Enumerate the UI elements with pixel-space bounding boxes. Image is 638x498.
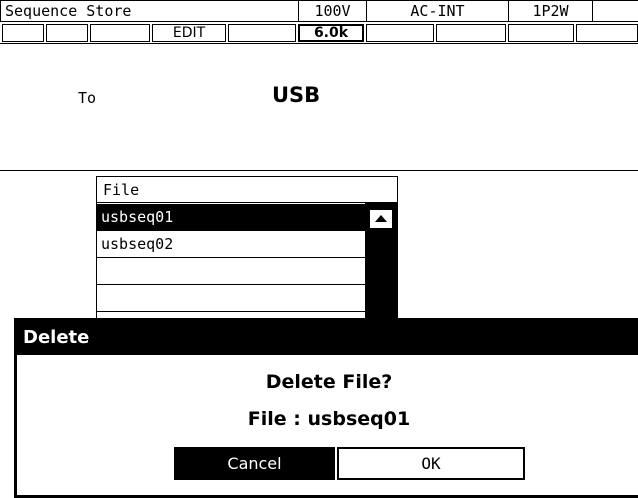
destination-label: To: [78, 89, 97, 107]
file-list-item[interactable]: [97, 285, 365, 312]
function-key-row: EDIT 6.0k: [0, 22, 638, 44]
function-key-3[interactable]: [90, 24, 150, 42]
file-list-item[interactable]: [97, 258, 365, 285]
status-row: Sequence Store 100V AC-INT 1P2W: [0, 0, 638, 22]
cancel-button[interactable]: Cancel: [174, 447, 335, 480]
wiring-indicator: 1P2W: [508, 1, 592, 21]
file-list-scrollbar[interactable]: [365, 203, 398, 325]
edit-key[interactable]: EDIT: [152, 24, 226, 42]
source-indicator: AC-INT: [366, 1, 508, 21]
screen-title: Sequence Store: [0, 1, 298, 21]
dialog-file-name: File : usbseq01: [247, 408, 411, 430]
function-key-7[interactable]: [366, 24, 434, 42]
delete-dialog: Delete Delete File? File : usbseq01 Canc…: [14, 318, 638, 498]
destination-value[interactable]: USB: [272, 83, 320, 107]
dialog-question: Delete File?: [265, 371, 393, 393]
function-key-1[interactable]: [2, 24, 44, 42]
triangle-up-icon[interactable]: [370, 210, 392, 228]
function-key-2[interactable]: [46, 24, 88, 42]
voltage-range: 100V: [298, 1, 366, 21]
function-key-10[interactable]: [576, 24, 638, 42]
file-list-item-selected[interactable]: usbseq01: [97, 204, 365, 231]
ok-button[interactable]: OK: [337, 447, 525, 480]
function-key-9[interactable]: [508, 24, 574, 42]
file-list-header: File: [97, 177, 397, 203]
divider: [0, 170, 638, 171]
status-cell-empty: [592, 1, 638, 21]
status-bar: Sequence Store 100V AC-INT 1P2W EDIT 6.0…: [0, 0, 638, 44]
file-list: File usbseq01 usbseq02: [96, 176, 398, 326]
value-key[interactable]: 6.0k: [298, 24, 364, 42]
function-key-5[interactable]: [228, 24, 296, 42]
dialog-title: Delete: [17, 321, 638, 355]
function-key-8[interactable]: [436, 24, 506, 42]
file-list-item[interactable]: usbseq02: [97, 231, 365, 258]
